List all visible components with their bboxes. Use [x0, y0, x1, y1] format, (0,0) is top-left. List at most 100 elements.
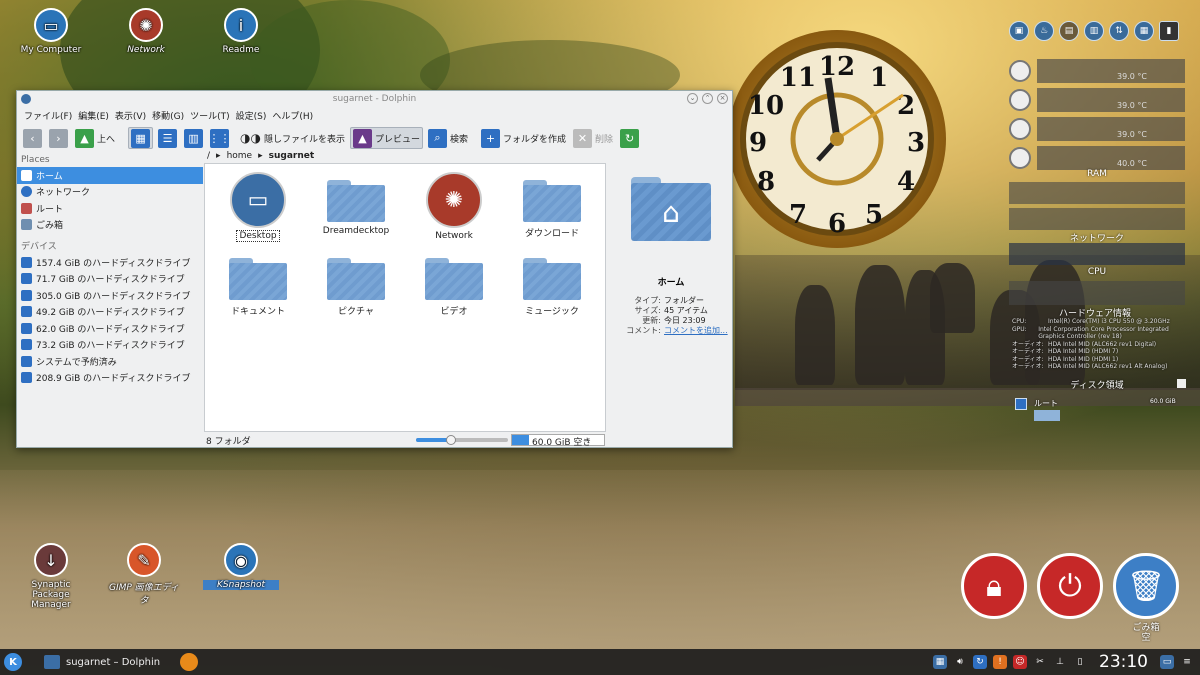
forward-button[interactable]: › [47, 127, 70, 149]
cpu-icon[interactable]: ▣ [1009, 21, 1029, 41]
kde-menu-button[interactable]: K [4, 653, 22, 671]
signal-bars-icon[interactable]: ▮ [1159, 21, 1179, 41]
hw-value: HDA Intel MID (HDMI 1) [1048, 355, 1119, 363]
sidebar-item-drive[interactable]: 62.0 GiB のハードディスクドライブ [17, 320, 203, 337]
desktop-icon-ksnapshot[interactable]: ◉ KSnapshot [203, 543, 279, 590]
taskbar-task-dolphin[interactable]: sugarnet – Dolphin [38, 651, 166, 673]
sidebar-item-drive[interactable]: 305.0 GiB のハードディスクドライブ [17, 287, 203, 304]
volume-icon[interactable]: 🔊︎ [953, 655, 967, 669]
disk-widget-toggle[interactable] [1177, 379, 1186, 388]
delete-button[interactable]: ✕ 削除 [571, 127, 615, 149]
file-item-label: Desktop [236, 230, 280, 242]
drive-icon [21, 355, 32, 367]
icons-view-button[interactable]: ▦ [128, 127, 154, 149]
close-button[interactable]: × [717, 93, 728, 104]
reload-button[interactable]: ↻ [618, 127, 641, 149]
shutdown-button[interactable]: ⏻ [1037, 553, 1103, 619]
dolphin-window[interactable]: sugarnet - Dolphin ⌄ ⌃ × ファイル(F) 編集(E) 表… [16, 90, 733, 448]
sidebar-item-drive[interactable]: 73.2 GiB のハードディスクドライブ [17, 337, 203, 354]
preview-button[interactable]: ▲ プレビュー [349, 127, 423, 149]
window-titlebar[interactable]: sugarnet - Dolphin ⌄ ⌃ × [17, 91, 732, 107]
search-button[interactable]: ⌕ 検索 [426, 127, 470, 149]
desktop-icon-my-computer[interactable]: ▭ My Computer [13, 8, 89, 55]
maximize-button[interactable]: ⌃ [702, 93, 713, 104]
sidebar-item-home[interactable]: ホーム [17, 167, 203, 184]
sidebar-item-root[interactable]: ルート [17, 200, 203, 217]
compact-view-button[interactable]: ⋮⋮ [208, 127, 231, 149]
info-title: ホーム [657, 278, 685, 288]
disk-size: 60.0 GiB [1150, 398, 1176, 405]
sidebar-item-drive[interactable]: 71.7 GiB のハードディスクドライブ [17, 271, 203, 288]
clipboard-icon[interactable]: ▦ [933, 655, 947, 669]
hw-key: CPU: [1012, 318, 1027, 325]
battery-icon[interactable]: ▯ [1073, 655, 1087, 669]
menu-help[interactable]: ヘルプ(H) [269, 109, 316, 122]
sidebar-item-drive[interactable]: システムで予約済み [17, 353, 203, 370]
panel-toolbox-icon[interactable]: ≡ [1180, 655, 1194, 669]
sidebar-item-drive[interactable]: 157.4 GiB のハードディスクドライブ [17, 254, 203, 271]
slider-handle[interactable] [446, 435, 456, 445]
info-row-type: タイプ: フォルダー [612, 296, 730, 306]
file-item-network[interactable]: ✺ Network [410, 172, 498, 241]
network-tray-icon[interactable]: ⊥ [1053, 655, 1067, 669]
sidebar-item-drive[interactable]: 49.2 GiB のハードディスクドライブ [17, 304, 203, 321]
add-comment-link[interactable]: コメントを追加... [664, 326, 728, 336]
file-item-dreamdecktop[interactable]: Dreamdecktop [312, 176, 400, 236]
menu-file[interactable]: ファイル(F) [21, 109, 75, 122]
desktop-icon-synaptic[interactable]: ↓ Synaptic Package Manager [12, 543, 90, 610]
user-icon[interactable]: ☺ [1013, 655, 1027, 669]
hw-value: HDA Intel MID (ALC662 rev1 Digital) [1048, 340, 1157, 348]
network-icon[interactable]: ⇅ [1109, 21, 1129, 41]
zoom-slider[interactable] [416, 435, 508, 445]
network-icon: ✺ [129, 8, 163, 42]
sidebar-item-network[interactable]: ネットワーク [17, 184, 203, 201]
file-item-pictures[interactable]: ピクチャ [312, 254, 400, 317]
breadcrumb-current[interactable]: sugarnet [269, 151, 315, 161]
memory-icon[interactable]: ▥ [1084, 21, 1104, 41]
chip-icon[interactable]: ▦ [1134, 21, 1154, 41]
menu-settings[interactable]: 設定(S) [233, 109, 270, 122]
file-view[interactable]: ▭ Desktop Dreamdecktop ✺ Network ダウンロード … [204, 163, 606, 432]
breadcrumb-home[interactable]: home [227, 151, 253, 161]
menu-go[interactable]: 移動(G) [149, 109, 187, 122]
show-desktop-icon[interactable]: ▭ [1160, 655, 1174, 669]
file-item-music[interactable]: ミュージック [508, 254, 596, 317]
back-button[interactable]: ‹ [21, 127, 44, 149]
taskbar-clock[interactable]: 23:10 [1099, 652, 1148, 672]
file-item-documents[interactable]: ドキュメント [214, 254, 302, 317]
menu-view[interactable]: 表示(V) [112, 109, 149, 122]
breadcrumb-root[interactable]: / [207, 151, 210, 161]
desktop-icon-readme[interactable]: i Readme [203, 8, 279, 55]
temperature-icon[interactable]: ♨ [1034, 21, 1054, 41]
file-item-label: ビデオ [440, 307, 468, 317]
places-panel: Places ホーム ネットワーク ルート ごみ箱 デバイス 157.4 GiB… [17, 153, 203, 443]
up-button[interactable]: ▲ 上へ [73, 127, 117, 149]
notifications-icon[interactable]: ! [993, 655, 1007, 669]
new-folder-button[interactable]: + フォルダを作成 [479, 127, 568, 149]
sidebar-item-label: 49.2 GiB のハードディスクドライブ [36, 308, 185, 319]
disk-icon[interactable]: ▤ [1059, 21, 1079, 41]
file-item-videos[interactable]: ビデオ [410, 254, 498, 317]
sidebar-item-label: ルート [36, 204, 64, 215]
minimize-button[interactable]: ⌄ [687, 93, 698, 104]
menu-edit[interactable]: 編集(E) [75, 109, 112, 122]
sidebar-item-label: 208.9 GiB のハードディスクドライブ [36, 374, 191, 385]
file-item-desktop[interactable]: ▭ Desktop [214, 172, 302, 242]
lock-screen-button[interactable]: 🔒︎ [961, 553, 1027, 619]
scissors-icon[interactable]: ✂ [1033, 655, 1047, 669]
svg-text:10: 10 [748, 91, 784, 121]
firefox-icon[interactable] [180, 653, 199, 671]
free-space-indicator[interactable]: 60.0 GiB 空き [511, 434, 605, 448]
menu-tools[interactable]: ツール(T) [187, 109, 233, 122]
sidebar-item-trash[interactable]: ごみ箱 [17, 217, 203, 234]
desktop-icon-network[interactable]: ✺ Network [108, 8, 184, 55]
show-hidden-button[interactable]: ◑◑ 隠しファイルを表示 [238, 127, 347, 149]
trash-button[interactable]: 🗑︎ [1113, 553, 1179, 619]
details-view-button[interactable]: ☰ [156, 127, 179, 149]
hw-value: HDA Intel MID (ALC662 rev1 Alt Analog) [1048, 363, 1168, 370]
desktop-icon-gimp[interactable]: ✎ GIMP 画像エディタ [106, 543, 182, 606]
updates-icon[interactable]: ↻ [973, 655, 987, 669]
columns-view-button[interactable]: ▥ [182, 127, 205, 149]
file-item-downloads[interactable]: ダウンロード [508, 176, 596, 239]
sidebar-item-drive[interactable]: 208.9 GiB のハードディスクドライブ [17, 370, 203, 387]
